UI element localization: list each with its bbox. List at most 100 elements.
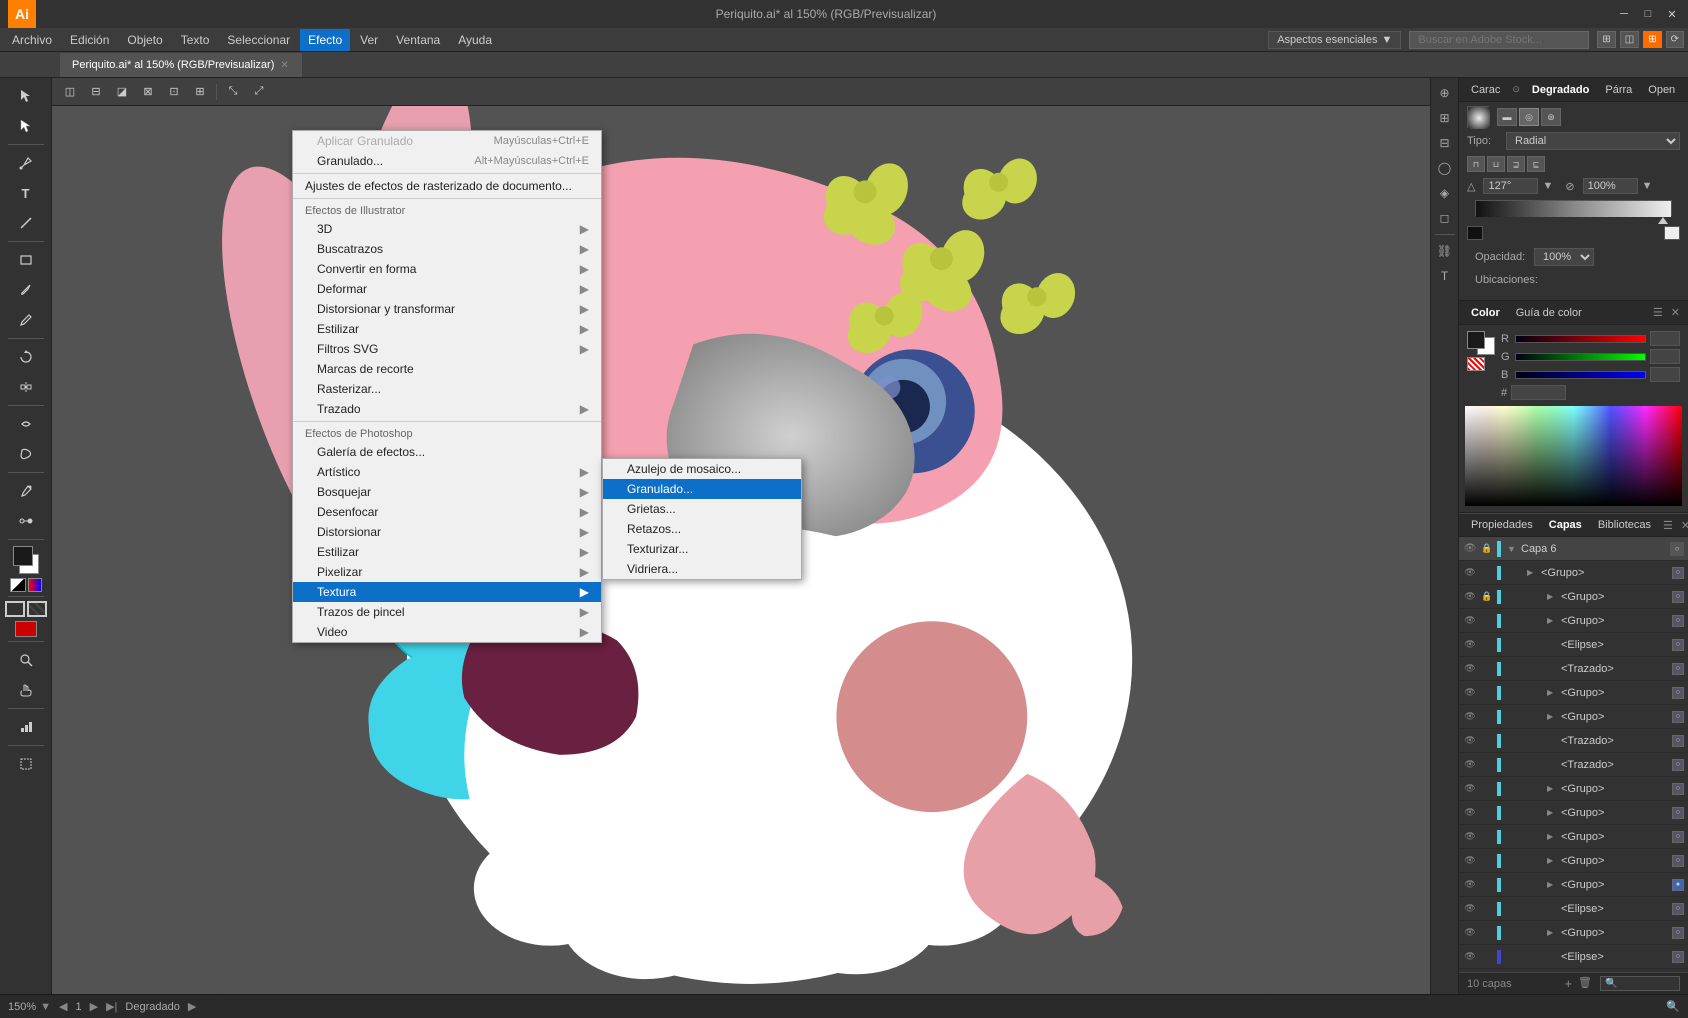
layers-menu-icon[interactable]: ☰ [1663, 519, 1673, 532]
menu-convertir-forma[interactable]: Convertir en forma ▶ [293, 259, 601, 279]
menu-video[interactable]: Video ▶ [293, 622, 601, 642]
layer-row-12[interactable]: 👁 ▶ <Grupo> ○ [1459, 849, 1688, 873]
angle-dropdown[interactable]: ▼ [1542, 180, 1553, 192]
eye-icon-0[interactable]: 👁 [1463, 567, 1477, 578]
behind-mode-icon[interactable] [27, 601, 47, 617]
stock-search-input[interactable] [1409, 31, 1589, 49]
properties-tab[interactable]: Propiedades [1467, 517, 1537, 533]
open-tab[interactable]: Open [1644, 82, 1679, 98]
align-center-v[interactable]: ⊡ [164, 82, 184, 102]
color-swatches[interactable] [9, 546, 43, 574]
transparency-icon[interactable]: ◻ [1434, 207, 1456, 229]
parra-tab[interactable]: Párra [1601, 82, 1636, 98]
status-arrow[interactable]: ▶ [188, 1000, 196, 1013]
layer-target-11[interactable]: ○ [1672, 831, 1684, 843]
layer-row-5[interactable]: 👁 ▶ <Grupo> ○ [1459, 681, 1688, 705]
swap-colors-icon[interactable] [28, 578, 42, 592]
line-tool[interactable] [10, 209, 42, 237]
freeform-grad-btn[interactable]: ⊛ [1541, 108, 1561, 126]
page-nav-left[interactable]: ◀ [59, 1000, 67, 1013]
align-bottom[interactable]: ⊞ [190, 82, 210, 102]
link-icon[interactable]: ⛓ [1434, 240, 1456, 262]
menu-trazado[interactable]: Trazado ▶ [293, 399, 601, 419]
g-input[interactable] [1650, 349, 1680, 364]
rotate-tool[interactable] [10, 343, 42, 371]
gradient-bar[interactable] [1475, 200, 1672, 216]
new-layer-btn[interactable]: + [1564, 976, 1572, 991]
layer-target-6[interactable]: ○ [1672, 711, 1684, 723]
submenu-retazos[interactable]: Retazos... [603, 519, 801, 539]
stop-color-right[interactable] [1664, 226, 1680, 240]
hex-input[interactable] [1511, 385, 1566, 400]
tab-close-icon[interactable]: ✕ [280, 60, 288, 71]
menu-bosquejar[interactable]: Bosquejar ▶ [293, 482, 601, 502]
zoom-in-btn[interactable]: 🔍 [1666, 1000, 1680, 1013]
guide-tab[interactable]: Guía de color [1512, 305, 1586, 321]
layer-target-14[interactable]: ○ [1672, 903, 1684, 915]
layer-target-2[interactable]: ○ [1672, 615, 1684, 627]
menu-distorsionar[interactable]: Distorsionar ▶ [293, 522, 601, 542]
layer-capa6[interactable]: 👁 🔒 ▼ Capa 6 ○ [1459, 537, 1688, 561]
menu-rasterizar[interactable]: Rasterizar... [293, 379, 601, 399]
layer-target-5[interactable]: ○ [1672, 687, 1684, 699]
pathfinder-icon[interactable]: ⊞ [1434, 107, 1456, 129]
menu-efecto[interactable]: Efecto [300, 29, 350, 51]
layer-target-15[interactable]: ○ [1672, 927, 1684, 939]
b-slider[interactable] [1515, 371, 1646, 379]
layer-row-14[interactable]: 👁 ▶ <Elipse> ○ [1459, 897, 1688, 921]
align-panel-icon[interactable]: ⊟ [1434, 132, 1456, 154]
menu-ajustes-rasterizado[interactable]: Ajustes de efectos de rasterizado de doc… [293, 176, 601, 196]
gradient-type-select[interactable]: Radial Lineal [1506, 132, 1680, 150]
menu-pixelizar[interactable]: Pixelizar ▶ [293, 562, 601, 582]
menu-filtros-svg[interactable]: Filtros SVG ▶ [293, 339, 601, 359]
reflect-tool[interactable] [10, 373, 42, 401]
artboard-tool[interactable] [15, 621, 37, 637]
pen-tool[interactable] [10, 149, 42, 177]
capas-tab[interactable]: Capas [1545, 517, 1586, 533]
close-button[interactable]: ✕ [1664, 6, 1680, 22]
menu-ayuda[interactable]: Ayuda [450, 29, 500, 51]
layer-target-0[interactable]: ○ [1672, 567, 1684, 579]
default-colors-icon[interactable] [10, 578, 26, 592]
layer-row-0[interactable]: 👁 ▶ <Grupo> ○ [1459, 561, 1688, 585]
fg-color-swatch[interactable] [13, 546, 33, 566]
zoom-dropdown[interactable]: ▼ [40, 1001, 51, 1013]
stop-color-left[interactable] [1467, 226, 1483, 240]
menu-distorsionar-transformar[interactable]: Distorsionar y transformar ▶ [293, 299, 601, 319]
align-left[interactable]: ◫ [60, 82, 80, 102]
workspace-selector[interactable]: Aspectos esenciales ▼ [1268, 31, 1401, 49]
carac-tab[interactable]: Carac [1467, 82, 1504, 98]
sync-btn[interactable]: ⟳ [1666, 31, 1684, 48]
linear-grad-btn[interactable]: ▬ [1497, 108, 1517, 126]
direct-selection-tool[interactable] [10, 112, 42, 140]
minimize-button[interactable]: ─ [1616, 6, 1632, 22]
layer-target-8[interactable]: ○ [1672, 759, 1684, 771]
tab-periquito[interactable]: Periquito.ai* al 150% (RGB/Previsualizar… [60, 53, 302, 77]
zoom-tool[interactable] [10, 646, 42, 674]
none-swatch[interactable] [1467, 357, 1485, 371]
radial-grad-btn[interactable]: ◎ [1519, 108, 1539, 126]
transform-y[interactable]: ⤢ [249, 82, 269, 102]
color-panel-close[interactable]: ✕ [1671, 306, 1680, 319]
menu-marcas-recorte[interactable]: Marcas de recorte [293, 359, 601, 379]
color-spectrum[interactable] [1465, 406, 1682, 506]
layer-target-4[interactable]: ○ [1672, 663, 1684, 675]
align-top[interactable]: ⊠ [138, 82, 158, 102]
layer-target-12[interactable]: ○ [1672, 855, 1684, 867]
layer-row-6[interactable]: 👁 ▶ <Grupo> ○ [1459, 705, 1688, 729]
fg-swatch-cp[interactable] [1467, 331, 1485, 349]
angle-input[interactable] [1483, 178, 1538, 194]
layer-row-13[interactable]: 👁 ▶ <Grupo> ● [1459, 873, 1688, 897]
menu-desenfocar[interactable]: Desenfocar ▶ [293, 502, 601, 522]
layer-row-10[interactable]: 👁 ▶ <Grupo> ○ [1459, 801, 1688, 825]
expand-arrow[interactable]: ▼ [1507, 544, 1517, 554]
lock-icon[interactable]: 🔒 [1481, 543, 1493, 554]
blend-tool[interactable] [10, 507, 42, 535]
layer-row-8[interactable]: 👁 ▶ <Trazado> ○ [1459, 753, 1688, 777]
b-input[interactable] [1650, 367, 1680, 382]
layers-search[interactable] [1600, 976, 1680, 991]
edit-grad-btn-3[interactable]: ⊒ [1507, 156, 1525, 172]
menu-texto[interactable]: Texto [173, 29, 218, 51]
selection-tool[interactable] [10, 82, 42, 110]
scale-dropdown[interactable]: ▼ [1642, 180, 1653, 192]
